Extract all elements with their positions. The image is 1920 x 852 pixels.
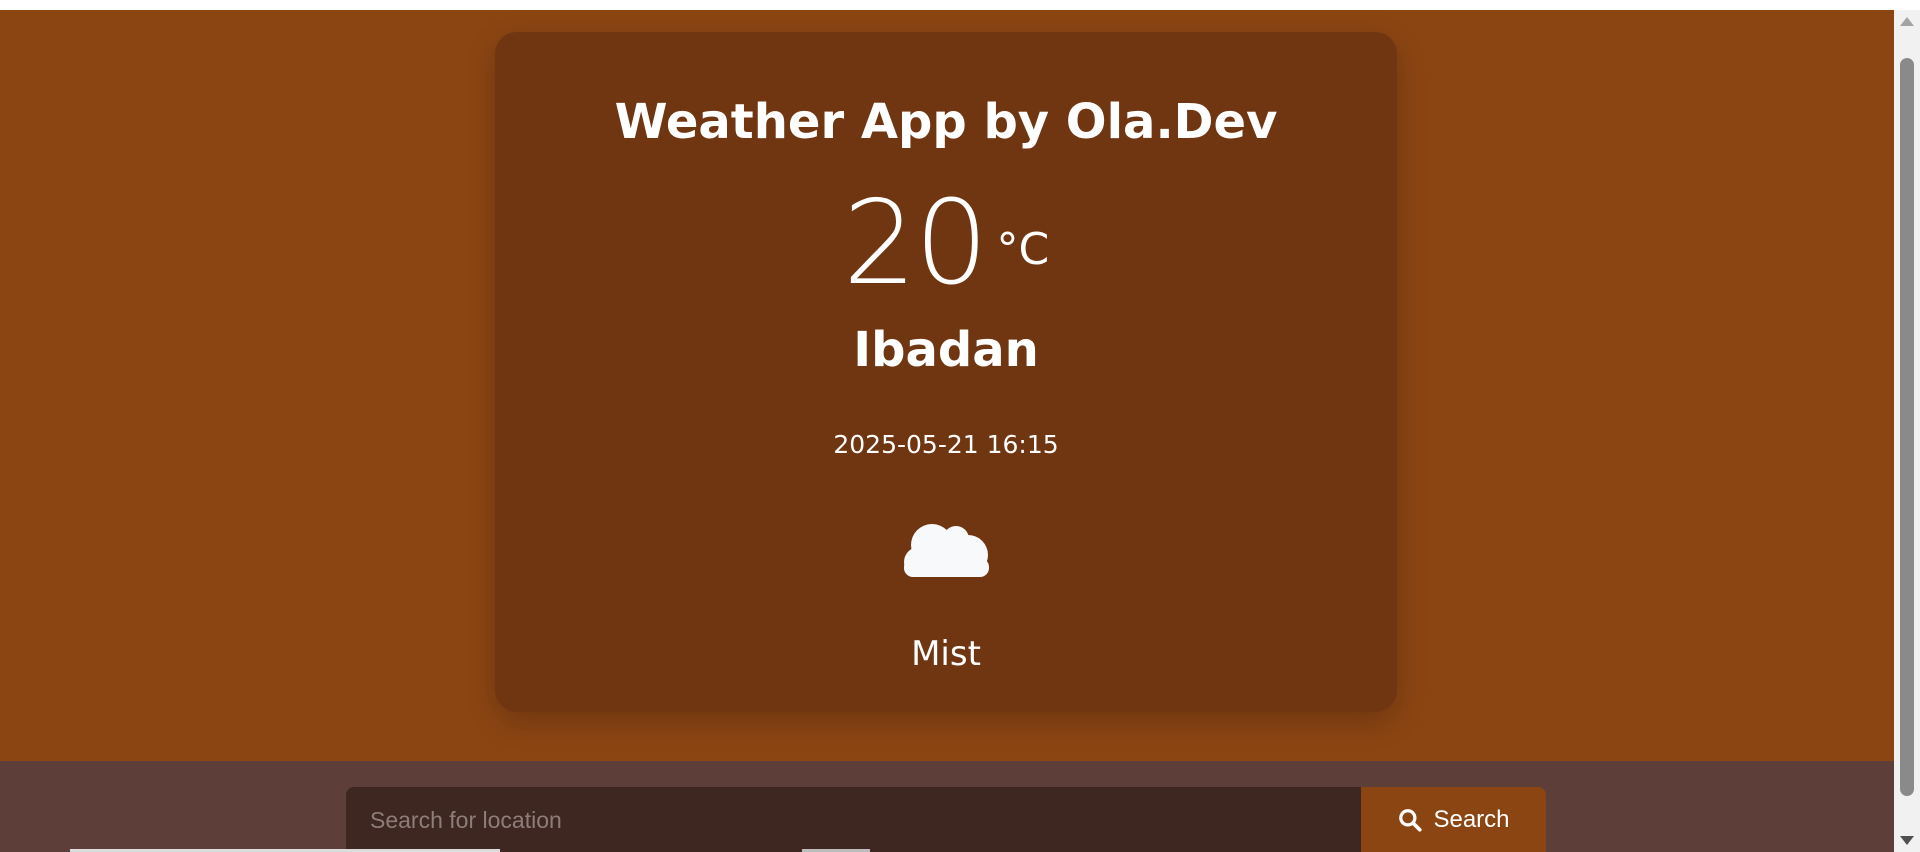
search-icon <box>1399 809 1423 832</box>
vertical-scrollbar[interactable] <box>1894 10 1920 852</box>
local-datetime: 2025-05-21 16:15 <box>833 430 1059 459</box>
app-title: Weather App by Ola.Dev <box>614 94 1278 150</box>
search-form: Search <box>346 787 1546 852</box>
weather-condition: Mist <box>911 634 981 674</box>
city-name: Ibadan <box>853 322 1039 378</box>
search-bar-area: Search <box>0 761 1894 852</box>
scrollbar-thumb[interactable] <box>1900 58 1914 796</box>
temperature-display: 20 °C <box>495 182 1397 306</box>
main-area: Weather App by Ola.Dev 20 °C Ibadan 2025… <box>0 10 1894 761</box>
scroll-up-arrow-icon[interactable] <box>1900 17 1914 26</box>
search-button-label: Search <box>1433 806 1510 833</box>
scroll-down-arrow-icon[interactable] <box>1900 836 1914 845</box>
cloud-icon <box>904 524 989 577</box>
app-viewport: Weather App by Ola.Dev 20 °C Ibadan 2025… <box>0 10 1894 852</box>
search-button[interactable]: Search <box>1361 787 1546 852</box>
temperature-value: 20 <box>842 176 989 311</box>
temperature-unit: °C <box>996 224 1050 275</box>
weather-card: Weather App by Ola.Dev 20 °C Ibadan 2025… <box>495 32 1397 712</box>
location-search-input[interactable] <box>346 787 1361 852</box>
